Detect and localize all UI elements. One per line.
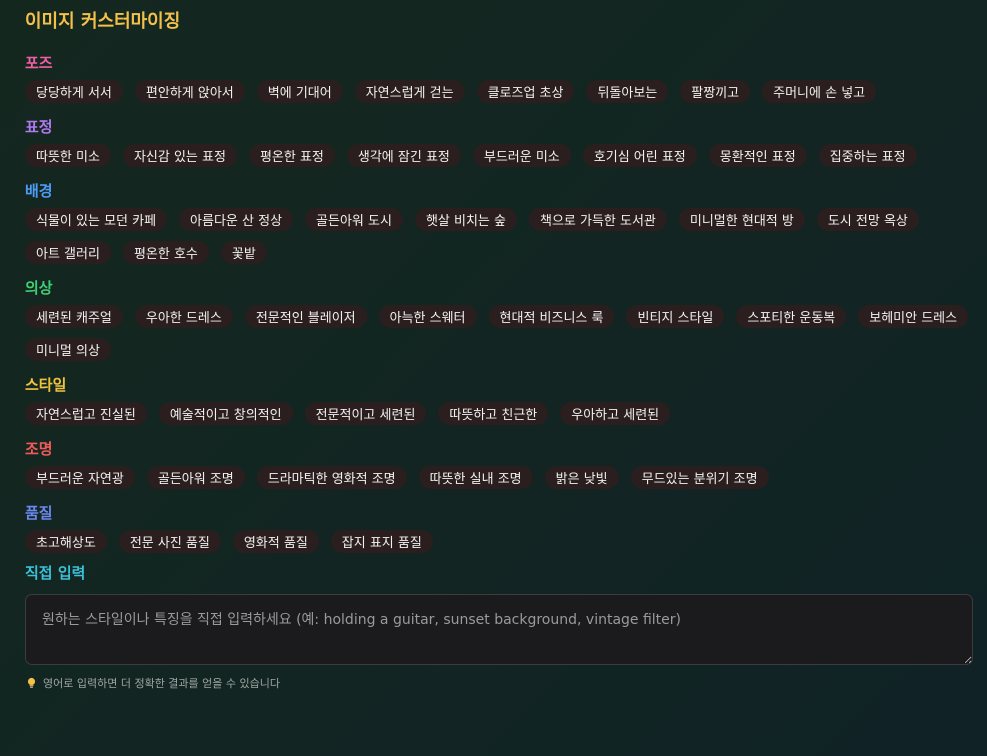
section-quality: 품질초고해상도 전문 사진 품질 영화적 품질 잡지 표지 품질 bbox=[25, 502, 972, 553]
section-background: 배경식물이 있는 모던 카페 아름다운 산 정상 골든아워 도시 햇살 비치는 숲 책으… bbox=[25, 180, 972, 264]
option-chip-outfit[interactable]: 전문적인 블레이저 bbox=[244, 305, 367, 328]
option-sections: 포즈당당하게 서서 편안하게 앉아서 벽에 기대어 자연스럽게 걷는 클로즈업 초상 뒤돌… bbox=[25, 52, 972, 553]
option-chip-pose[interactable]: 주머니에 손 넣고 bbox=[762, 80, 877, 103]
option-chip-pose[interactable]: 편안하게 앉아서 bbox=[134, 80, 245, 103]
option-chip-background[interactable]: 식물이 있는 모던 카페 bbox=[25, 208, 168, 231]
option-chip-pose[interactable]: 자연스럽게 걷는 bbox=[354, 80, 465, 103]
chip-list-lighting: 부드러운 자연광 골든아워 조명 드라마틱한 영화적 조명 따뜻한 실내 조명 밝은 낮… bbox=[25, 466, 972, 489]
option-chip-quality[interactable]: 영화적 품질 bbox=[232, 530, 319, 553]
section-custom-input: 직접 입력 영어로 입력하면 더 정확한 결과를 얻을 수 있습니다 bbox=[25, 562, 973, 691]
option-chip-background[interactable]: 책으로 가득한 도서관 bbox=[528, 208, 667, 231]
option-chip-style[interactable]: 전문적이고 세련된 bbox=[304, 402, 427, 425]
option-chip-pose[interactable]: 팔짱끼고 bbox=[680, 80, 751, 103]
section-pose: 포즈당당하게 서서 편안하게 앉아서 벽에 기대어 자연스럽게 걷는 클로즈업 초상 뒤돌… bbox=[25, 52, 972, 103]
option-chip-style[interactable]: 예술적이고 창의적인 bbox=[158, 402, 293, 425]
section-title-style: 스타일 bbox=[25, 376, 67, 394]
section-title-pose: 포즈 bbox=[25, 54, 53, 72]
option-chip-lighting[interactable]: 드라마틱한 영화적 조명 bbox=[256, 466, 407, 489]
option-chip-outfit[interactable]: 빈티지 스타일 bbox=[626, 305, 725, 328]
option-chip-background[interactable]: 아트 갤러리 bbox=[25, 241, 111, 264]
option-chip-expression[interactable]: 따뜻한 미소 bbox=[25, 144, 111, 167]
input-hint: 영어로 입력하면 더 정확한 결과를 얻을 수 있습니다 bbox=[25, 675, 972, 691]
option-chip-quality[interactable]: 초고해상도 bbox=[25, 530, 107, 553]
option-chip-quality[interactable]: 전문 사진 품질 bbox=[118, 530, 221, 553]
option-chip-lighting[interactable]: 밝은 낮빛 bbox=[544, 466, 619, 489]
option-chip-background[interactable]: 미니멀한 현대적 방 bbox=[678, 208, 805, 231]
section-title-outfit: 의상 bbox=[25, 279, 53, 297]
option-chip-lighting[interactable]: 따뜻한 실내 조명 bbox=[418, 466, 533, 489]
option-chip-quality[interactable]: 잡지 표지 품질 bbox=[330, 530, 433, 553]
lightbulb-icon bbox=[25, 677, 37, 689]
option-chip-outfit[interactable]: 미니멀 의상 bbox=[25, 338, 111, 361]
option-chip-outfit[interactable]: 보헤미안 드레스 bbox=[858, 305, 969, 328]
option-chip-pose[interactable]: 뒤돌아보는 bbox=[586, 80, 669, 103]
customization-panel: 이미지 커스터마이징 포즈당당하게 서서 편안하게 앉아서 벽에 기대어 자연스럽게 … bbox=[0, 0, 987, 756]
option-chip-pose[interactable]: 당당하게 서서 bbox=[25, 80, 123, 103]
option-chip-lighting[interactable]: 무드있는 분위기 조명 bbox=[630, 466, 769, 489]
custom-prompt-input[interactable] bbox=[25, 594, 973, 665]
option-chip-expression[interactable]: 호기심 어린 표정 bbox=[582, 144, 697, 167]
option-chip-background[interactable]: 꽃밭 bbox=[220, 241, 267, 264]
option-chip-expression[interactable]: 부드러운 미소 bbox=[472, 144, 571, 167]
option-chip-outfit[interactable]: 현대적 비즈니스 룩 bbox=[488, 305, 615, 328]
option-chip-style[interactable]: 우아하고 세련된 bbox=[560, 402, 671, 425]
section-title-lighting: 조명 bbox=[25, 440, 53, 458]
chip-list-quality: 초고해상도 전문 사진 품질 영화적 품질 잡지 표지 품질 bbox=[25, 530, 972, 553]
chip-list-pose: 당당하게 서서 편안하게 앉아서 벽에 기대어 자연스럽게 걷는 클로즈업 초상 뒤돌아보… bbox=[25, 80, 972, 103]
option-chip-expression[interactable]: 자신감 있는 표정 bbox=[122, 144, 237, 167]
chip-list-expression: 따뜻한 미소 자신감 있는 표정 평온한 표정 생각에 잠긴 표정 부드러운 미소 호기심… bbox=[25, 144, 972, 167]
option-chip-outfit[interactable]: 스포티한 운동복 bbox=[736, 305, 847, 328]
section-title-expression: 표정 bbox=[25, 118, 53, 136]
section-title-custom: 직접 입력 bbox=[25, 564, 86, 582]
option-chip-outfit[interactable]: 아늑한 스웨터 bbox=[378, 305, 477, 328]
option-chip-expression[interactable]: 평온한 표정 bbox=[248, 144, 335, 167]
input-hint-text: 영어로 입력하면 더 정확한 결과를 얻을 수 있습니다 bbox=[43, 677, 280, 690]
option-chip-background[interactable]: 햇살 비치는 숲 bbox=[414, 208, 517, 231]
option-chip-expression[interactable]: 집중하는 표정 bbox=[818, 144, 917, 167]
page-title: 이미지 커스터마이징 bbox=[25, 11, 181, 32]
section-expression: 표정따뜻한 미소 자신감 있는 표정 평온한 표정 생각에 잠긴 표정 부드러운 미소 호… bbox=[25, 116, 972, 167]
option-chip-lighting[interactable]: 부드러운 자연광 bbox=[25, 466, 135, 489]
option-chip-pose[interactable]: 클로즈업 초상 bbox=[476, 80, 575, 103]
option-chip-background[interactable]: 골든아워 도시 bbox=[305, 208, 403, 231]
option-chip-pose[interactable]: 벽에 기대어 bbox=[256, 80, 343, 103]
section-outfit: 의상세련된 캐주얼 우아한 드레스 전문적인 블레이저 아늑한 스웨터 현대적 비즈니스… bbox=[25, 277, 972, 361]
section-title-background: 배경 bbox=[25, 182, 53, 200]
option-chip-background[interactable]: 아름다운 산 정상 bbox=[179, 208, 294, 231]
section-style: 스타일자연스럽고 진실된 예술적이고 창의적인 전문적이고 세련된 따뜻하고 친근한 우… bbox=[25, 374, 972, 425]
option-chip-background[interactable]: 평온한 호수 bbox=[122, 241, 209, 264]
option-chip-style[interactable]: 자연스럽고 진실된 bbox=[25, 402, 147, 425]
option-chip-background[interactable]: 도시 전망 옥상 bbox=[816, 208, 919, 231]
option-chip-outfit[interactable]: 우아한 드레스 bbox=[134, 305, 233, 328]
option-chip-expression[interactable]: 몽환적인 표정 bbox=[708, 144, 807, 167]
option-chip-style[interactable]: 따뜻하고 친근한 bbox=[438, 402, 549, 425]
section-lighting: 조명부드러운 자연광 골든아워 조명 드라마틱한 영화적 조명 따뜻한 실내 조명 밝은… bbox=[25, 438, 972, 489]
option-chip-lighting[interactable]: 골든아워 조명 bbox=[146, 466, 245, 489]
option-chip-expression[interactable]: 생각에 잠긴 표정 bbox=[346, 144, 461, 167]
chip-list-background: 식물이 있는 모던 카페 아름다운 산 정상 골든아워 도시 햇살 비치는 숲 책으로 … bbox=[25, 208, 972, 264]
chip-list-outfit: 세련된 캐주얼 우아한 드레스 전문적인 블레이저 아늑한 스웨터 현대적 비즈니스 룩… bbox=[25, 305, 972, 361]
chip-list-style: 자연스럽고 진실된 예술적이고 창의적인 전문적이고 세련된 따뜻하고 친근한 우아하고… bbox=[25, 402, 972, 425]
option-chip-outfit[interactable]: 세련된 캐주얼 bbox=[25, 305, 123, 328]
section-title-quality: 품질 bbox=[25, 504, 53, 522]
